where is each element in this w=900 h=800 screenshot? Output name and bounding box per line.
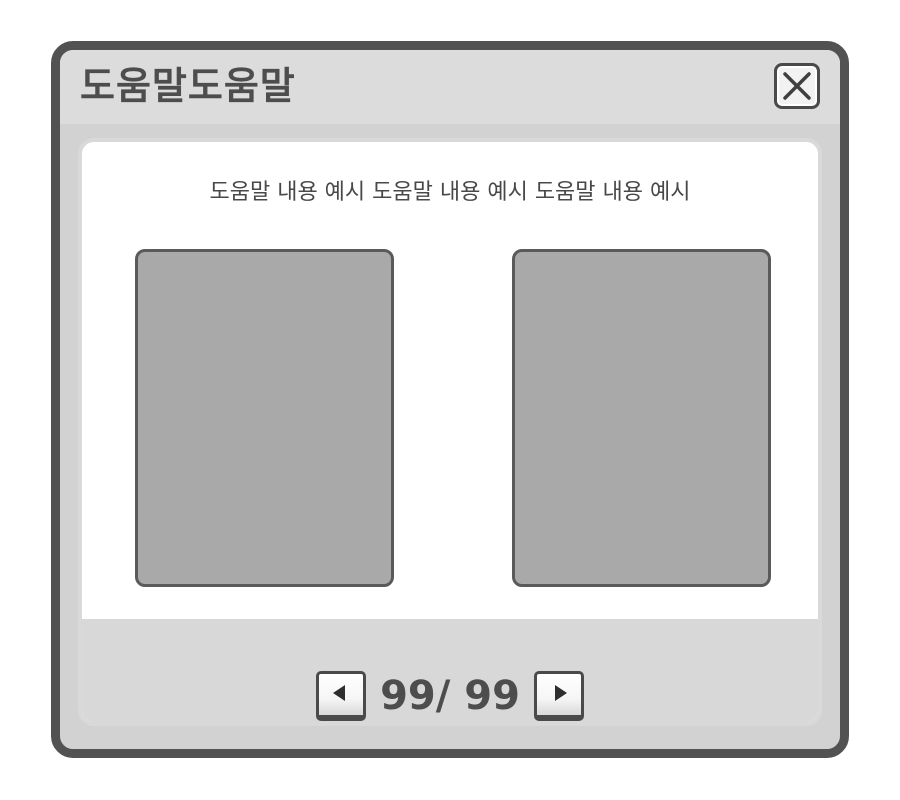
- triangle-left-icon: [333, 685, 346, 701]
- help-image-left: [135, 249, 394, 587]
- close-icon: [783, 72, 811, 100]
- close-button[interactable]: [774, 63, 820, 109]
- help-dialog: 도움말도움말 도움말 내용 예시 도움말 내용 예시 도움말 내용 예시 99/…: [51, 41, 849, 758]
- pager-footer: 99/ 99: [82, 619, 818, 722]
- pager: 99/ 99: [82, 671, 818, 722]
- dialog-title: 도움말도움말: [80, 64, 296, 108]
- prev-page-button[interactable]: [316, 671, 367, 721]
- help-image-right: [512, 249, 771, 587]
- help-description: 도움말 내용 예시 도움말 내용 예시 도움말 내용 예시: [209, 180, 691, 205]
- next-page-button[interactable]: [533, 671, 584, 721]
- page-indicator: 99/ 99: [380, 673, 520, 719]
- help-content-panel: 도움말 내용 예시 도움말 내용 예시 도움말 내용 예시 99/ 99: [78, 138, 822, 726]
- triangle-right-icon: [554, 685, 567, 701]
- dialog-title-bar: 도움말도움말: [60, 50, 840, 124]
